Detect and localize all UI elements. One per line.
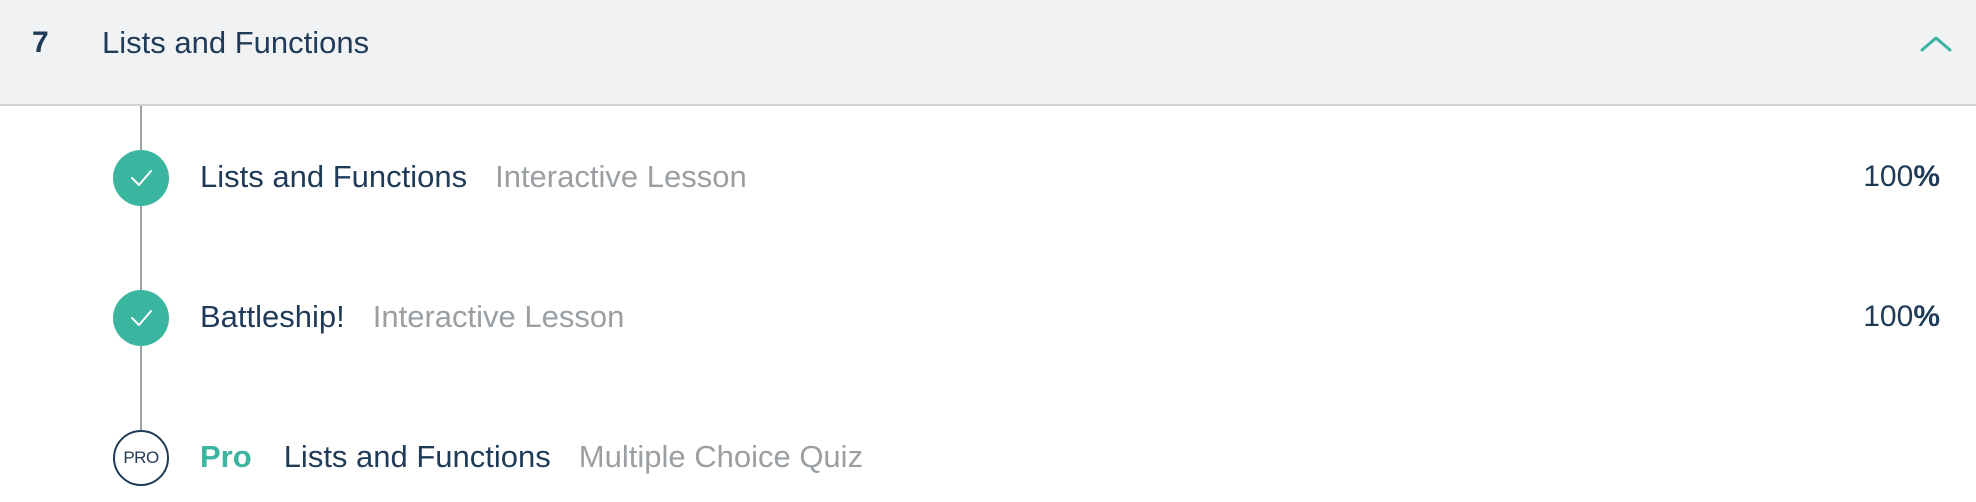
course-module: 7 Lists and Functions Lists and Function… (0, 0, 1976, 502)
progress-value: 100 (1863, 160, 1914, 193)
lesson-progress: 100% (1863, 156, 1940, 198)
lesson-item[interactable]: Lists and Functions Interactive Lesson 10… (0, 138, 1976, 218)
lesson-type: Interactive Lesson (372, 299, 625, 334)
check-icon (113, 290, 169, 346)
chevron-up-icon[interactable] (1914, 24, 1958, 64)
lesson-item[interactable]: Battleship! Interactive Lesson 100% (0, 278, 1976, 358)
lesson-type: Interactive Lesson (495, 159, 747, 194)
module-title: Lists and Functions (102, 25, 370, 60)
module-header[interactable]: 7 Lists and Functions (0, 0, 1976, 106)
lesson-item-pro[interactable]: PRO Pro Lists and Functions Multiple Choic… (0, 418, 1976, 498)
pro-label: Pro (200, 439, 252, 474)
pro-badge: PRO (113, 430, 169, 486)
module-number: 7 (32, 26, 49, 59)
lesson-title: Lists and Functions (283, 439, 551, 474)
progress-unit: % (1913, 300, 1940, 333)
check-icon (113, 150, 169, 206)
progress-unit: % (1913, 160, 1940, 193)
lesson-title: Battleship! (200, 299, 345, 334)
lesson-title: Lists and Functions (200, 159, 468, 194)
lesson-progress: 100% (1863, 296, 1940, 338)
progress-value: 100 (1863, 300, 1914, 333)
lesson-type: Multiple Choice Quiz (578, 439, 864, 474)
